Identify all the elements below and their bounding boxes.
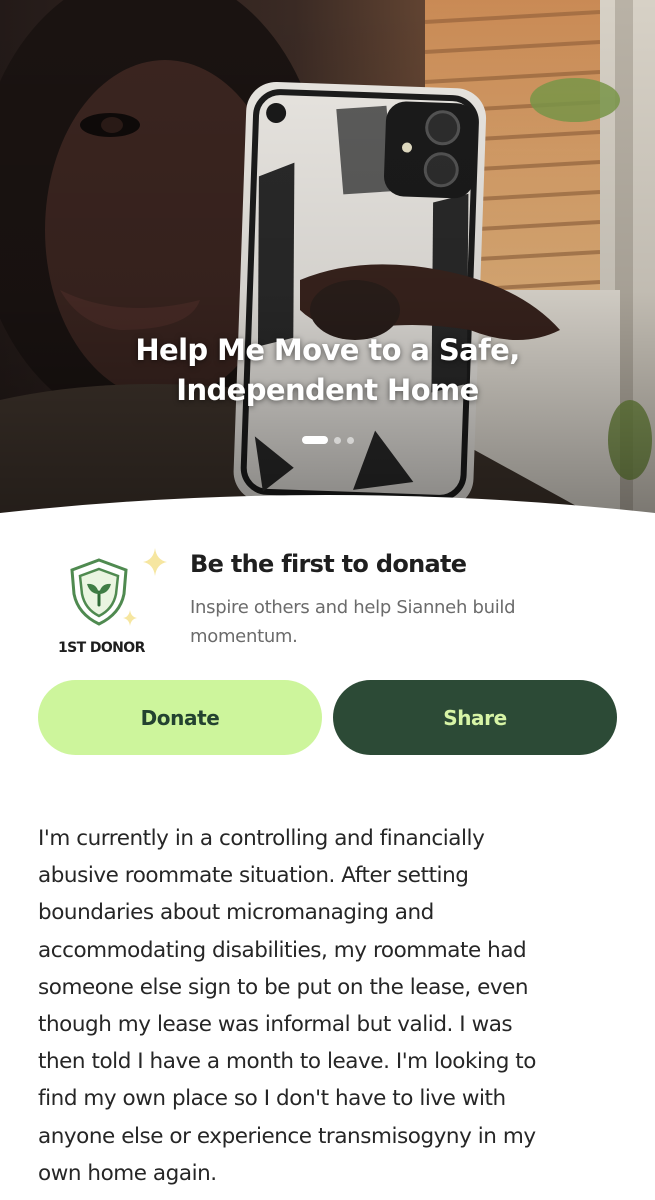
story-line: accommodating disabilities, my roommate … — [38, 937, 527, 963]
campaign-photo[interactable] — [0, 0, 655, 530]
carousel-indicator[interactable] — [0, 436, 655, 444]
story-line: then told I have a month to leave. I'm l… — [38, 1049, 536, 1075]
story-line: I'm currently in a controlling and finan… — [38, 826, 485, 851]
first-donor-subtitle-line: Inspire others and help Sianneh build — [190, 597, 516, 618]
story-line: find my own place so I don't have to liv… — [38, 1086, 506, 1112]
campaign-title-line: Independent Home — [176, 373, 479, 407]
first-donor-title: Be the first to donate — [190, 550, 467, 578]
shield-seedling-icon — [70, 558, 128, 626]
story-line: own home again. — [38, 1160, 217, 1186]
carousel-dot[interactable] — [333, 436, 341, 444]
sparkle-icon — [143, 548, 167, 576]
campaign-story: I'm currently in a controlling and finan… — [38, 820, 628, 1192]
first-donor-subtitle-line: momentum. — [190, 626, 298, 647]
campaign-title: Help Me Move to a Safe, Independent Home — [0, 330, 655, 410]
campaign-title-line: Help Me Move to a Safe, — [135, 333, 520, 367]
carousel-dot[interactable] — [346, 436, 354, 444]
first-donor-badge-label: 1ST DONOR — [58, 640, 145, 656]
story-line: someone else sign to be put on the lease… — [38, 974, 529, 1000]
story-line: boundaries about micromanaging and — [38, 900, 434, 926]
first-donor-subtitle: Inspire others and help Sianneh build mo… — [190, 593, 610, 651]
campaign-page: Help Me Move to a Safe, Independent Home — [0, 0, 655, 1200]
story-line: anyone else or experience transmisogyny … — [38, 1123, 536, 1149]
share-button[interactable]: Share — [333, 680, 617, 755]
story-line: though my lease was informal but valid. … — [38, 1012, 513, 1038]
story-line: abusive roommate situation. After settin… — [38, 863, 469, 889]
carousel-dot-active[interactable] — [301, 436, 328, 444]
donate-button[interactable]: Donate — [38, 680, 322, 755]
campaign-hero[interactable]: Help Me Move to a Safe, Independent Home — [0, 0, 655, 530]
first-donor-badge: 1ST DONOR — [40, 540, 170, 660]
